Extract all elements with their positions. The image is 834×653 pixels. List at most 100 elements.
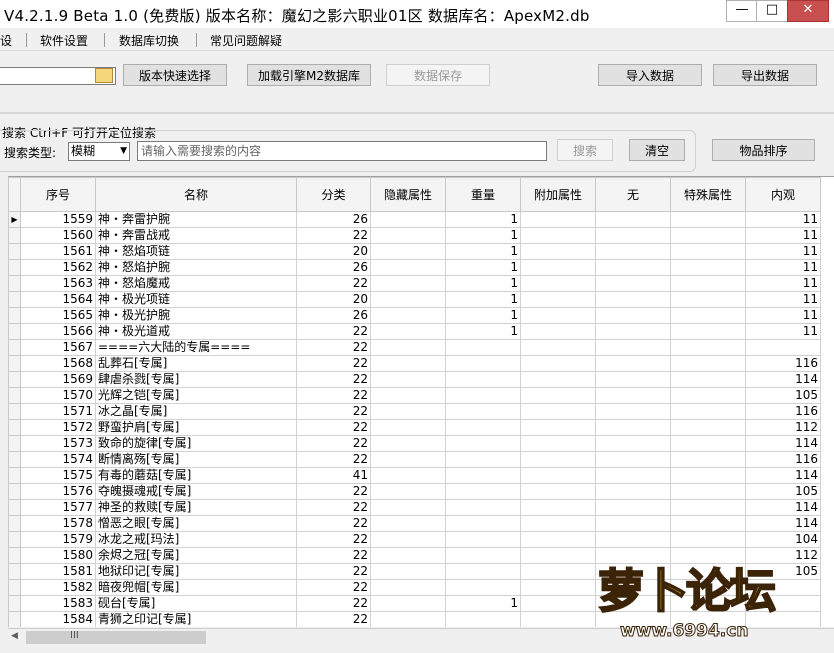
row-header[interactable] — [8, 323, 21, 340]
table-cell[interactable]: 1584 — [20, 611, 96, 627]
table-cell[interactable]: 1 — [445, 307, 521, 324]
table-cell[interactable]: 11 — [745, 243, 821, 260]
table-cell[interactable]: 26 — [296, 211, 371, 228]
table-cell[interactable]: 1578 — [20, 515, 96, 532]
table-cell[interactable]: 神圣的救赎[专属] — [95, 499, 297, 516]
table-row[interactable]: 1567 ====六大陆的专属==== 22 — [8, 339, 821, 356]
table-cell[interactable] — [370, 435, 446, 452]
table-cell[interactable]: 22 — [296, 387, 371, 404]
table-cell[interactable]: 11 — [745, 307, 821, 324]
table-cell[interactable]: 22 — [296, 499, 371, 516]
table-cell[interactable] — [595, 291, 671, 308]
table-cell[interactable]: 1575 — [20, 467, 96, 484]
table-cell[interactable] — [595, 307, 671, 324]
table-row[interactable]: 1576 夺魄摄魂戒[专属] 22 105 — [8, 483, 821, 500]
table-cell[interactable]: 116 — [745, 451, 821, 468]
table-cell[interactable]: 1 — [445, 323, 521, 340]
table-cell[interactable] — [670, 339, 746, 356]
table-cell[interactable] — [670, 371, 746, 388]
table-cell[interactable]: 1572 — [20, 419, 96, 436]
column-header[interactable]: 名称 — [95, 177, 297, 212]
table-cell[interactable]: 11 — [745, 275, 821, 292]
table-cell[interactable]: 神・极光护腕 — [95, 307, 297, 324]
table-cell[interactable]: 1559 — [20, 211, 96, 228]
table-cell[interactable] — [670, 227, 746, 244]
table-cell[interactable]: 1567 — [20, 339, 96, 356]
table-cell[interactable] — [595, 515, 671, 532]
table-cell[interactable]: 神・极光道戒 — [95, 323, 297, 340]
table-cell[interactable]: 神・极光项链 — [95, 291, 297, 308]
clear-button[interactable]: 清空 — [629, 139, 685, 161]
table-cell[interactable] — [370, 403, 446, 420]
table-cell[interactable]: 22 — [296, 275, 371, 292]
table-cell[interactable] — [595, 531, 671, 548]
table-cell[interactable] — [370, 227, 446, 244]
table-row[interactable]: 1575 有毒的蘑菇[专属] 41 114 — [8, 467, 821, 484]
table-cell[interactable] — [670, 291, 746, 308]
table-cell[interactable]: 22 — [296, 547, 371, 564]
table-cell[interactable] — [370, 499, 446, 516]
table-cell[interactable] — [670, 387, 746, 404]
table-cell[interactable] — [370, 419, 446, 436]
table-cell[interactable]: 20 — [296, 243, 371, 260]
table-cell[interactable]: 1564 — [20, 291, 96, 308]
table-cell[interactable] — [670, 211, 746, 228]
table-cell[interactable] — [370, 387, 446, 404]
table-cell[interactable]: 11 — [745, 259, 821, 276]
table-cell[interactable]: 断情离殇[专属] — [95, 451, 297, 468]
column-header[interactable]: 附加属性 — [520, 177, 596, 212]
table-cell[interactable] — [370, 467, 446, 484]
table-cell[interactable]: 22 — [296, 483, 371, 500]
table-cell[interactable] — [370, 259, 446, 276]
table-cell[interactable]: 26 — [296, 259, 371, 276]
table-row[interactable]: 1572 野蛮护肩[专属] 22 112 — [8, 419, 821, 436]
column-header[interactable]: 重量 — [445, 177, 521, 212]
table-row[interactable]: 1579 冰龙之戒[玛法] 22 104 — [8, 531, 821, 548]
table-cell[interactable]: 22 — [296, 531, 371, 548]
table-cell[interactable]: 1573 — [20, 435, 96, 452]
row-header[interactable] — [8, 483, 21, 500]
table-row[interactable]: 1565 神・极光护腕 26 1 11 — [8, 307, 821, 324]
table-cell[interactable]: 1571 — [20, 403, 96, 420]
table-cell[interactable]: 105 — [745, 387, 821, 404]
table-cell[interactable]: 116 — [745, 355, 821, 372]
table-cell[interactable] — [370, 483, 446, 500]
table-cell[interactable] — [595, 339, 671, 356]
table-row[interactable]: 1568 乱葬石[专属] 22 116 — [8, 355, 821, 372]
version-quick-select-button[interactable]: 版本快速选择 — [123, 64, 227, 86]
table-cell[interactable] — [670, 467, 746, 484]
table-cell[interactable] — [520, 435, 596, 452]
table-cell[interactable] — [670, 275, 746, 292]
table-cell[interactable] — [370, 611, 446, 627]
table-cell[interactable]: 1579 — [20, 531, 96, 548]
table-cell[interactable] — [670, 307, 746, 324]
table-cell[interactable] — [370, 451, 446, 468]
table-cell[interactable] — [520, 595, 596, 612]
table-cell[interactable]: 20 — [296, 291, 371, 308]
table-cell[interactable]: 22 — [296, 339, 371, 356]
table-cell[interactable] — [445, 499, 521, 516]
table-cell[interactable]: 112 — [745, 419, 821, 436]
table-cell[interactable] — [595, 323, 671, 340]
table-cell[interactable] — [445, 403, 521, 420]
table-cell[interactable]: 22 — [296, 435, 371, 452]
table-cell[interactable]: 22 — [296, 419, 371, 436]
table-cell[interactable] — [520, 419, 596, 436]
scrollbar-thumb[interactable] — [26, 631, 206, 644]
column-header[interactable]: 序号 — [20, 177, 96, 212]
search-input[interactable]: 请输入需要搜索的内容 — [137, 141, 547, 161]
table-cell[interactable] — [520, 547, 596, 564]
table-cell[interactable]: 1 — [445, 595, 521, 612]
scroll-left-arrow-icon[interactable]: ◀ — [11, 631, 18, 641]
table-cell[interactable] — [445, 611, 521, 627]
table-cell[interactable] — [520, 355, 596, 372]
table-cell[interactable]: 114 — [745, 371, 821, 388]
row-header[interactable] — [8, 563, 21, 580]
table-cell[interactable]: 22 — [296, 371, 371, 388]
row-header[interactable] — [8, 435, 21, 452]
table-cell[interactable] — [370, 323, 446, 340]
table-cell[interactable]: 1581 — [20, 563, 96, 580]
table-cell[interactable] — [445, 483, 521, 500]
table-cell[interactable] — [670, 323, 746, 340]
table-cell[interactable]: 青狮之印记[专属] — [95, 611, 297, 627]
